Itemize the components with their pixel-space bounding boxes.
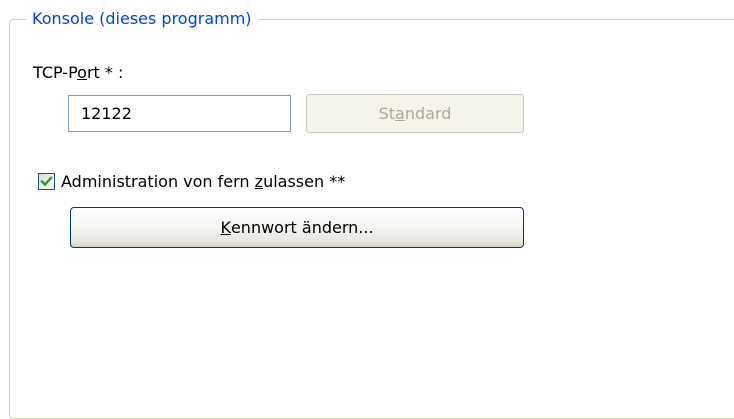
- remote-admin-label[interactable]: Administration von fern zulassen **: [61, 172, 345, 192]
- standard-button-label-after: ndard: [404, 104, 452, 123]
- standard-button-label-mnemonic: a: [395, 104, 405, 123]
- tcp-port-label-mnemonic: o: [77, 63, 87, 82]
- remote-admin-label-before: Administration von fern: [61, 172, 255, 191]
- standard-button-label-before: St: [378, 104, 396, 123]
- remote-admin-label-mnemonic: z: [254, 172, 264, 191]
- standard-button[interactable]: St a ndard: [306, 94, 524, 133]
- change-password-button[interactable]: Kennwort ändern...: [70, 207, 524, 248]
- tcp-port-value: 12122: [81, 104, 132, 123]
- change-password-label-after: ennwort ändern...: [230, 218, 374, 237]
- remote-admin-label-after: ulassen **: [263, 172, 346, 191]
- change-password-label-mnemonic: K: [220, 218, 231, 237]
- tcp-port-input[interactable]: 12122: [68, 95, 291, 132]
- checkmark-icon: [40, 176, 53, 187]
- tcp-port-label-after: rt * :: [86, 63, 124, 82]
- remote-admin-checkbox[interactable]: [38, 173, 55, 190]
- tcp-port-label: TCP-Port * :: [33, 63, 123, 83]
- tcp-port-label-before: TCP-P: [33, 63, 78, 82]
- group-title: Konsole (dieses programm): [26, 9, 258, 29]
